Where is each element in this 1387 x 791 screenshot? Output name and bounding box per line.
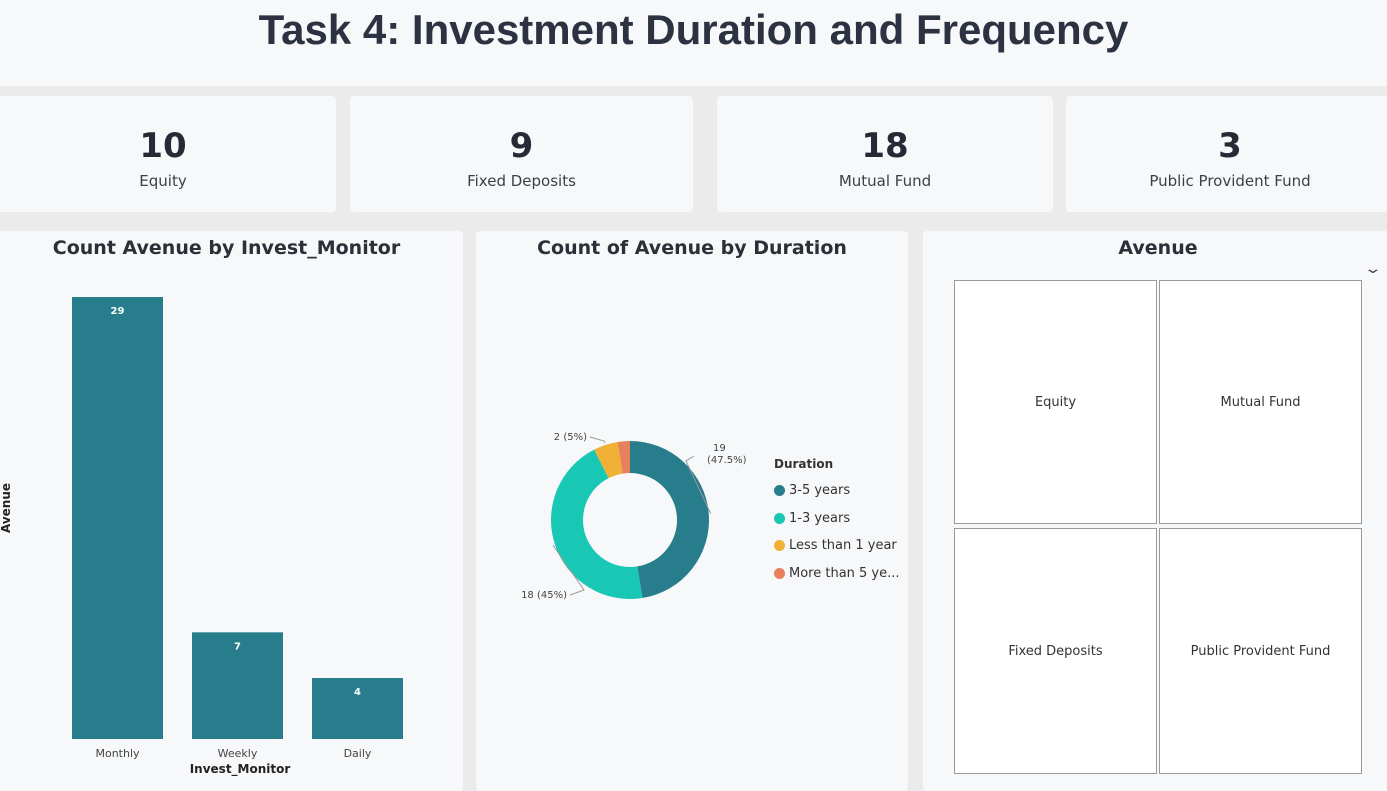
x-tick-label: Monthly bbox=[95, 747, 140, 760]
chevron-down-icon[interactable]: ⌄ bbox=[1364, 261, 1383, 277]
tile-label: Mutual Fund bbox=[1220, 395, 1301, 410]
x-tick-label: Daily bbox=[344, 747, 372, 760]
legend-dot-icon bbox=[774, 485, 785, 497]
kpi-card-mutual-fund: 18 Mutual Fund bbox=[717, 96, 1053, 212]
tile-label: Equity bbox=[1034, 395, 1077, 410]
legend-item[interactable]: Less than 1 year bbox=[774, 532, 900, 560]
legend-title: Duration bbox=[774, 457, 834, 471]
donut-slice[interactable] bbox=[630, 441, 710, 599]
donut-chart-panel: Count of Avenue by Duration 19 (47.5%) 18 … bbox=[476, 231, 908, 791]
bar-data-label: 7 bbox=[234, 641, 241, 652]
bar[interactable] bbox=[72, 297, 163, 739]
legend-dot-icon bbox=[774, 512, 785, 524]
bar-data-label: 29 bbox=[111, 306, 125, 317]
legend-label: 1-3 years bbox=[789, 510, 851, 526]
avenue-slicer-panel: Avenue ⌄ Equity Mutual Fund Fixed Deposi… bbox=[923, 231, 1387, 791]
x-axis-title: Invest_Monitor bbox=[190, 762, 291, 777]
kpi-label: Mutual Fund bbox=[838, 172, 932, 190]
bar-chart-panel: Count Avenue by Invest_Monitor 29 Monthly… bbox=[0, 231, 463, 791]
kpi-label: Equity bbox=[139, 172, 187, 190]
legend-item[interactable]: 3-5 years bbox=[774, 477, 900, 505]
tile-label: Fixed Deposits bbox=[1008, 644, 1103, 659]
x-tick-label: Weekly bbox=[218, 747, 258, 760]
page-header: Task 4: Investment Duration and Frequenc… bbox=[0, 0, 1387, 86]
legend-item[interactable]: More than 5 ye... bbox=[774, 560, 900, 588]
donut-legend: Duration 3-5 years 1-3 years Less than 1… bbox=[774, 457, 900, 587]
tile-label: Public Provident Fund bbox=[1190, 644, 1331, 659]
slicer-title: Avenue bbox=[1118, 237, 1198, 259]
slicer-tile-mutual-fund[interactable]: Mutual Fund bbox=[1159, 280, 1362, 524]
y-axis-title: Avenue bbox=[0, 483, 13, 533]
kpi-card-equity: 10 Equity bbox=[0, 96, 336, 212]
legend-item[interactable]: 1-3 years bbox=[774, 505, 900, 533]
page-title: Task 4: Investment Duration and Frequenc… bbox=[258, 6, 1129, 53]
kpi-value: 3 bbox=[1218, 126, 1242, 166]
kpi-card-fixed-deposits: 9 Fixed Deposits bbox=[350, 96, 693, 212]
legend-label: More than 5 ye... bbox=[789, 565, 900, 581]
slicer-tile-public-provident-fund[interactable]: Public Provident Fund bbox=[1159, 528, 1362, 774]
kpi-label: Fixed Deposits bbox=[467, 172, 576, 190]
kpi-value: 10 bbox=[139, 126, 187, 166]
slicer-tile-equity[interactable]: Equity bbox=[954, 280, 1157, 524]
kpi-value: 18 bbox=[861, 126, 909, 166]
bar-chart: 29 Monthly 7 Weekly 4 Daily Invest_Monitor Aven… bbox=[0, 297, 403, 777]
slice-data-label: 19 (47.5%) bbox=[707, 443, 747, 466]
kpi-label: Public Provident Fund bbox=[1149, 172, 1311, 190]
slice-data-label: 2 (5%) bbox=[554, 432, 587, 443]
legend-label: Less than 1 year bbox=[789, 538, 897, 554]
slicer-tile-fixed-deposits[interactable]: Fixed Deposits bbox=[954, 528, 1157, 774]
bar-data-label: 4 bbox=[354, 687, 361, 698]
legend-label: 3-5 years bbox=[789, 483, 851, 499]
legend-dot-icon bbox=[774, 567, 785, 579]
kpi-value: 9 bbox=[509, 126, 534, 166]
leader-line bbox=[589, 436, 606, 444]
legend-dot-icon bbox=[774, 540, 785, 552]
kpi-card-public-provident-fund: 3 Public Provident Fund bbox=[1066, 96, 1387, 212]
slice-data-label: 18 (45%) bbox=[521, 590, 567, 601]
